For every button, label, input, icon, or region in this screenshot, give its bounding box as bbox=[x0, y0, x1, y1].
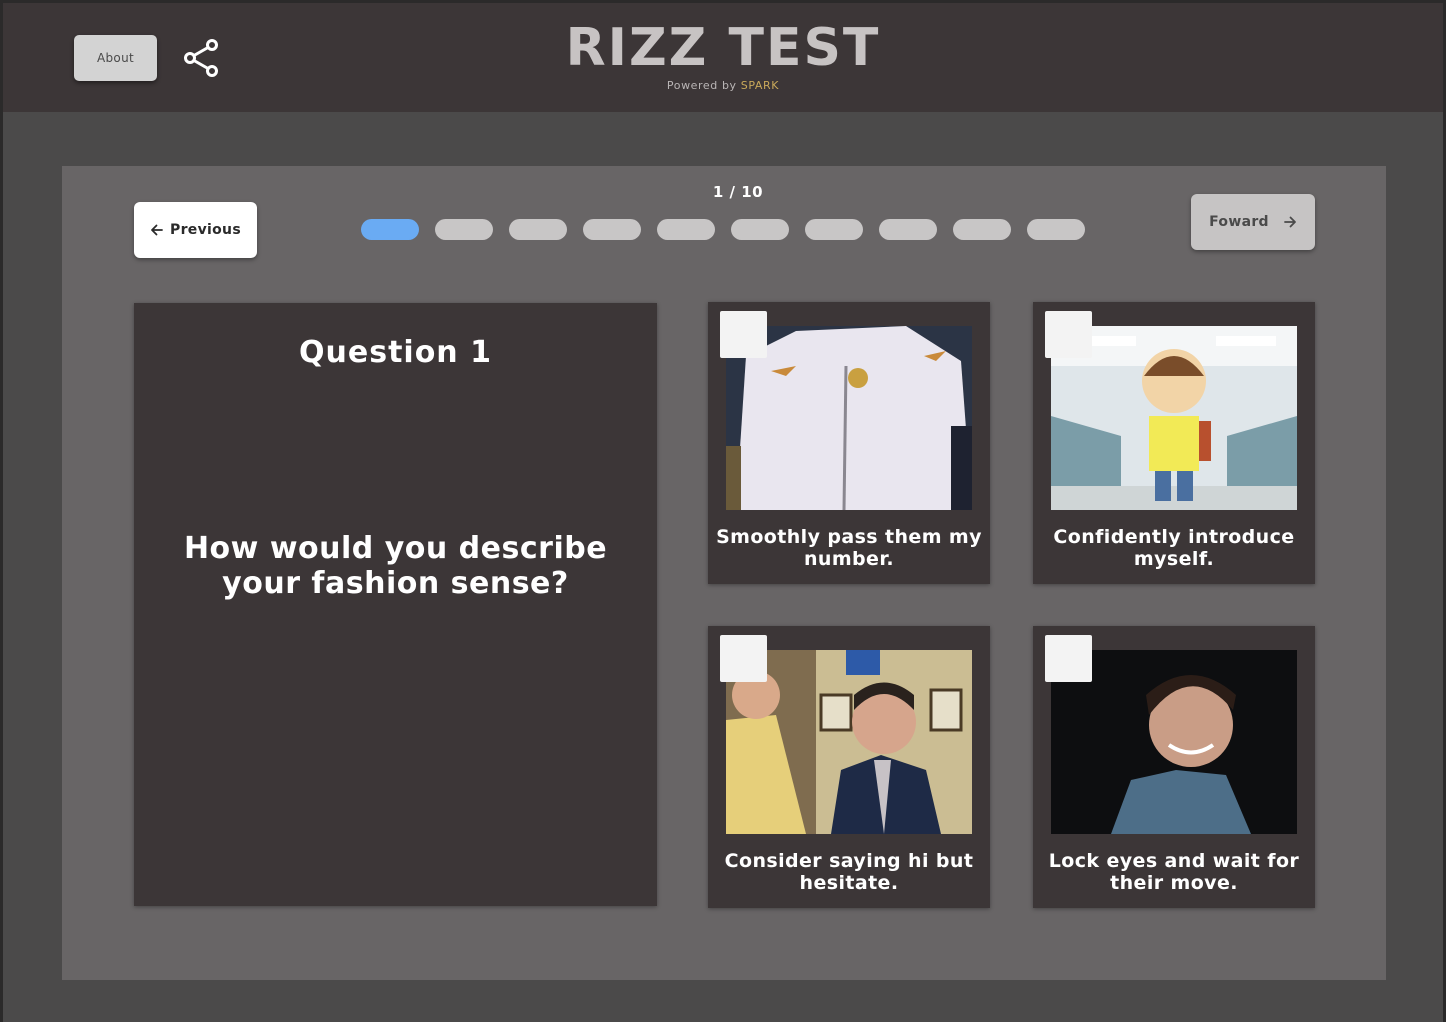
arrow-right-icon bbox=[1283, 216, 1296, 228]
app-frame: About RIZZ TEST Powered by SPARK Previou… bbox=[3, 3, 1443, 1022]
option-label: Lock eyes and wait for their move. bbox=[1048, 850, 1300, 894]
option-checkbox[interactable] bbox=[1045, 635, 1092, 682]
quiz-panel: Previous 1 / 10 Foward Question 1 How wo… bbox=[62, 166, 1386, 980]
progress-dot-1[interactable] bbox=[361, 219, 419, 240]
option-card[interactable]: Consider saying hi but hesitate. bbox=[708, 626, 990, 908]
option-label: Consider saying hi but hesitate. bbox=[724, 850, 974, 894]
option-label: Smoothly pass them my number. bbox=[716, 526, 982, 570]
question-text: How would you describe your fashion sens… bbox=[183, 531, 608, 601]
question-card: Question 1 How would you describe your f… bbox=[134, 303, 657, 906]
question-title: Question 1 bbox=[299, 335, 492, 370]
progress-dot-5[interactable] bbox=[657, 219, 715, 240]
progress-dot-10[interactable] bbox=[1027, 219, 1085, 240]
progress-dot-8[interactable] bbox=[879, 219, 937, 240]
powered-by-brand[interactable]: SPARK bbox=[741, 79, 779, 92]
progress-dot-4[interactable] bbox=[583, 219, 641, 240]
progress-dot-9[interactable] bbox=[953, 219, 1011, 240]
previous-label: Previous bbox=[170, 222, 241, 238]
previous-button[interactable]: Previous bbox=[134, 202, 257, 258]
option-checkbox[interactable] bbox=[720, 635, 767, 682]
option-checkbox[interactable] bbox=[720, 311, 767, 358]
progress-dot-6[interactable] bbox=[731, 219, 789, 240]
progress-dots bbox=[361, 219, 1085, 240]
option-checkbox[interactable] bbox=[1045, 311, 1092, 358]
powered-by-text: Powered by bbox=[666, 79, 737, 92]
forward-label: Foward bbox=[1209, 214, 1269, 230]
option-card[interactable]: Confidently introduce myself. bbox=[1033, 302, 1315, 584]
progress-dot-2[interactable] bbox=[435, 219, 493, 240]
option-card[interactable]: Smoothly pass them my number. bbox=[708, 302, 990, 584]
forward-button[interactable]: Foward bbox=[1191, 194, 1315, 250]
progress-dot-3[interactable] bbox=[509, 219, 567, 240]
header: About RIZZ TEST Powered by SPARK bbox=[3, 3, 1443, 112]
option-card[interactable]: Lock eyes and wait for their move. bbox=[1033, 626, 1315, 908]
arrow-left-icon bbox=[151, 224, 163, 236]
powered-by: Powered by SPARK bbox=[3, 79, 1443, 92]
option-label: Confidently introduce myself. bbox=[1053, 526, 1295, 570]
progress-dot-7[interactable] bbox=[805, 219, 863, 240]
app-title: RIZZ TEST bbox=[565, 18, 881, 78]
